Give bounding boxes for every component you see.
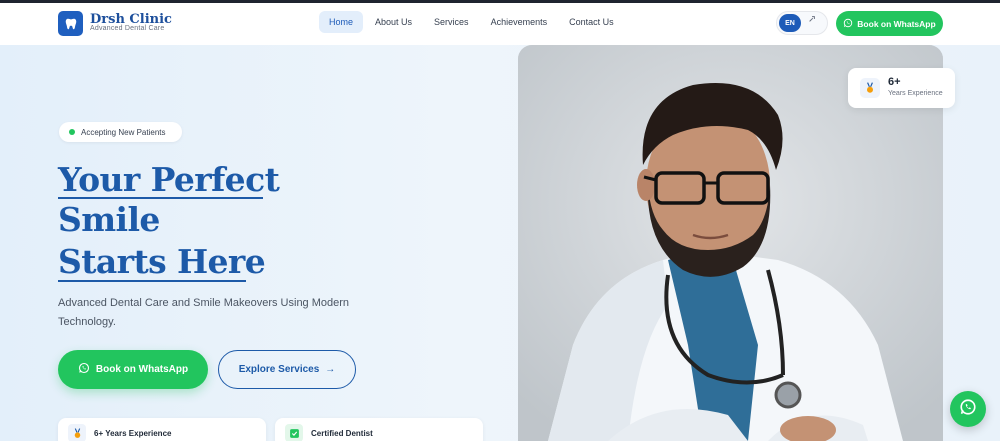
accepting-patients-badge: Accepting New Patients <box>59 122 182 142</box>
nav-services[interactable]: Services <box>424 11 479 33</box>
experience-badge: 6+ Years Experience <box>848 68 955 108</box>
title-underline <box>58 280 246 282</box>
experience-label: Years Experience <box>888 90 943 97</box>
brand-tagline: Advanced Dental Care <box>90 25 165 32</box>
title-underline <box>58 197 263 199</box>
language-icon[interactable] <box>808 15 816 25</box>
main-nav: Home About Us Services Achievements Cont… <box>319 11 626 33</box>
header-whatsapp-button[interactable]: Book on WhatsApp <box>836 11 943 36</box>
language-toggle[interactable]: EN <box>776 11 828 35</box>
nav-contact-us[interactable]: Contact Us <box>559 11 624 33</box>
nav-achievements[interactable]: Achievements <box>481 11 558 33</box>
feature-card-experience: 6+ Years Experience <box>58 418 266 441</box>
explore-services-button[interactable]: Explore Services → <box>218 350 356 389</box>
whatsapp-icon <box>843 18 853 30</box>
feature-card-label: 6+ Years Experience <box>94 428 172 438</box>
hero-title-line-1: Your Perfect <box>58 160 280 199</box>
nav-home[interactable]: Home <box>319 11 364 33</box>
check-icon <box>285 424 303 441</box>
site-header: Drsh Clinic Advanced Dental Care Home Ab… <box>0 3 1000 45</box>
accepting-patients-label: Accepting New Patients <box>81 127 166 137</box>
explore-services-label: Explore Services <box>238 364 320 375</box>
tooth-icon[interactable] <box>58 11 83 36</box>
nav-about-us[interactable]: About Us <box>365 11 422 33</box>
header-whatsapp-label: Book on WhatsApp <box>857 18 936 29</box>
medal-icon <box>68 424 86 441</box>
hero-subtitle: Advanced Dental Care and Smile Makeovers… <box>58 297 350 328</box>
language-en-button[interactable]: EN <box>779 14 801 32</box>
whatsapp-icon <box>78 362 90 377</box>
arrow-right-icon: → <box>325 364 336 375</box>
experience-value: 6+ <box>888 76 901 88</box>
status-dot-icon <box>69 129 75 135</box>
feature-card-label: Certified Dentist <box>311 428 373 438</box>
hero-whatsapp-button[interactable]: Book on WhatsApp <box>58 350 208 389</box>
floating-whatsapp-button[interactable] <box>950 391 986 427</box>
hero-title-line-3: Starts Here <box>58 242 266 281</box>
hero-title-line-2: Smile <box>58 200 160 239</box>
medal-icon <box>860 78 880 98</box>
feature-card-certified: Certified Dentist <box>275 418 483 441</box>
hero-whatsapp-label: Book on WhatsApp <box>95 364 189 375</box>
whatsapp-icon <box>959 398 977 421</box>
